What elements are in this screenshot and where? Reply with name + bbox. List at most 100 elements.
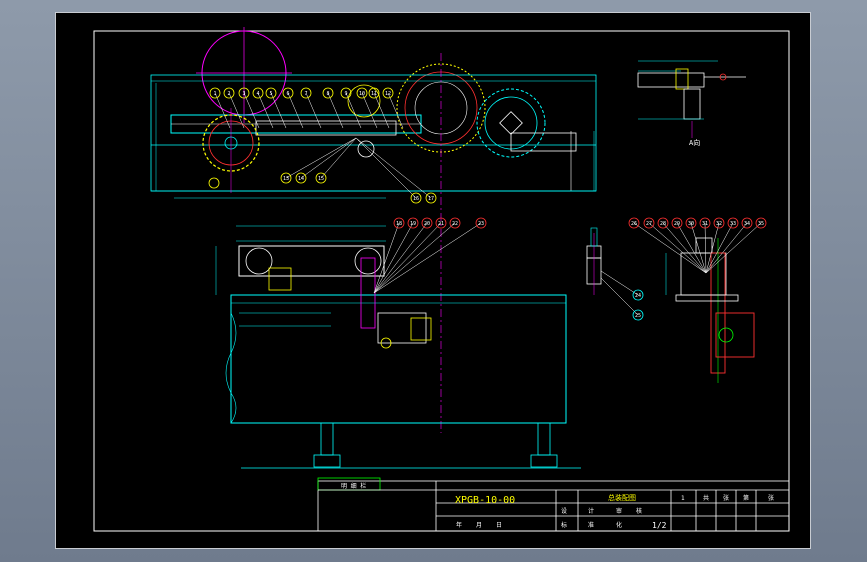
front-left-pulley — [245, 247, 273, 275]
balloon-number-21: 21 — [438, 221, 444, 227]
sheet-border — [93, 30, 790, 532]
side-motor-box — [715, 312, 755, 358]
balloon-number-4: 4 — [256, 91, 259, 97]
balloon-8: 8 — [322, 87, 344, 129]
tb-small-4: 标 — [561, 521, 567, 529]
balloon-number-15: 15 — [318, 176, 324, 182]
leader-line-9 — [345, 92, 362, 129]
leader-line-6 — [287, 92, 304, 129]
balloon-number-12: 12 — [385, 91, 391, 97]
leader-line-30 — [690, 222, 707, 274]
balloon-number-28: 28 — [660, 221, 666, 227]
balloon-number-33: 33 — [730, 221, 736, 227]
detail-a-frame — [637, 72, 705, 88]
front-bracket — [268, 267, 292, 291]
drive-column — [360, 257, 376, 329]
roller — [357, 140, 375, 158]
drawing-canvas: 1 2 3 4 5 6 7 8 9 10 11 1213 14 1516 17 18 19 20 21 22 23 — [93, 27, 790, 532]
leader-line-19 — [373, 222, 414, 294]
balloon-25: 25 — [600, 277, 644, 321]
balloon-22: 22 — [373, 217, 461, 294]
balloon-number-11: 11 — [371, 91, 377, 97]
balloon-number-29: 29 — [674, 221, 680, 227]
balloon-number-9: 9 — [344, 91, 347, 97]
leg-right — [537, 422, 551, 456]
balloon-21: 21 — [373, 217, 447, 294]
leg-left — [320, 422, 334, 456]
balloon-number-31: 31 — [702, 221, 708, 227]
title-block-frame — [317, 480, 790, 532]
tb-small-1: 计 — [588, 507, 594, 515]
tb-header-1: 共 — [703, 494, 709, 502]
balloon-number-27: 27 — [646, 221, 652, 227]
leader-line-24 — [600, 270, 639, 296]
balloon-number-34: 34 — [744, 221, 750, 227]
side-motor-gear — [718, 327, 734, 343]
tb-header-0: 1 — [681, 495, 685, 502]
tb-header-2: 张 — [723, 494, 729, 502]
balloon-number-18: 18 — [396, 221, 402, 227]
leader-line-7 — [305, 92, 322, 129]
leader-line-22 — [373, 222, 456, 294]
leader-line-14 — [300, 137, 357, 179]
leader-line-35 — [705, 222, 762, 274]
leader-line-32 — [705, 222, 720, 274]
side-balloons: 26 27 28 29 30 31 32 33 34 35 — [628, 217, 767, 274]
foot-left — [313, 454, 341, 468]
detail-a-view — [637, 60, 746, 138]
balloon-20: 20 — [373, 217, 433, 294]
side-top-frame — [680, 252, 727, 296]
balloon-19: 19 — [373, 217, 419, 294]
leader-line-15 — [320, 137, 357, 179]
balloon-number-20: 20 — [424, 221, 430, 227]
left-small-gear — [208, 177, 220, 189]
leader-line-5 — [270, 92, 287, 129]
side-table — [675, 294, 739, 302]
leader-line-28 — [662, 222, 707, 274]
cad-viewport[interactable]: 1 2 3 4 5 6 7 8 9 10 11 12 13 14 15 16 17 18 19 20 21 22 23 — [55, 12, 811, 549]
balloon-number-17: 17 — [428, 196, 434, 202]
detail-a-label: A向 — [689, 138, 700, 147]
tb-small-6: 化 — [616, 521, 622, 529]
leader-line-16 — [355, 137, 417, 199]
balloon-number-19: 19 — [410, 221, 416, 227]
balloon-number-6: 6 — [286, 91, 289, 97]
title-block — [317, 477, 790, 532]
leader-line-23 — [373, 222, 482, 294]
tb-sign-2: 日 — [496, 522, 502, 529]
right-gear-diamond — [499, 111, 523, 135]
tb-small-0: 设 — [561, 507, 567, 515]
tb-sign-1: 月 — [476, 522, 482, 529]
balloon-number-2: 2 — [227, 91, 230, 97]
balloon-number-16: 16 — [413, 196, 419, 202]
side-cap — [695, 237, 713, 254]
balloon-number-8: 8 — [326, 91, 329, 97]
center-balloons: 24 25 — [600, 270, 644, 321]
balloon-number-22: 22 — [452, 221, 458, 227]
leader-line-26 — [633, 222, 707, 274]
balloon-number-14: 14 — [298, 176, 304, 182]
tb-sign-0: 年 — [456, 521, 462, 529]
leader-line-33 — [705, 222, 734, 274]
balloon-23: 23 — [373, 217, 487, 294]
tb-small-2: 审 — [616, 507, 622, 515]
balloon-7: 7 — [300, 87, 322, 129]
drawing-number: XPGB-10-00 — [455, 495, 515, 506]
balloon-number-3: 3 — [242, 91, 245, 97]
balloon-number-10: 10 — [359, 91, 365, 97]
exit-rail — [510, 132, 577, 152]
balloon-12: 12 — [382, 87, 404, 129]
sheet-number: 1/2 — [652, 521, 667, 530]
balloon-2: 2 — [223, 87, 245, 129]
tb-small-5: 准 — [588, 521, 594, 529]
small-gear — [347, 84, 381, 118]
balloon-number-13: 13 — [283, 176, 289, 182]
balloon-number-26: 26 — [631, 221, 637, 227]
front-conveyor — [238, 245, 385, 277]
motor-end — [410, 317, 432, 341]
detail-a-block — [675, 68, 689, 90]
balloon-number-1: 1 — [213, 91, 216, 97]
tb-header-4: 张 — [768, 494, 774, 502]
balloon-number-32: 32 — [716, 221, 722, 227]
tb-small-3: 核 — [636, 507, 642, 515]
